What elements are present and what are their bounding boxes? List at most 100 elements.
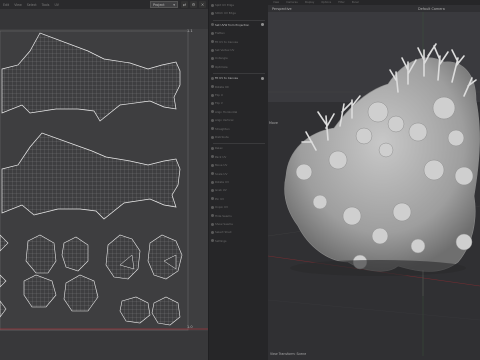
tool-menu-item-label: Set Vertex UV [215,48,235,52]
menu-item-bullet-icon [211,101,214,105]
viewport-footer: View Transform: Scene [268,348,480,360]
menu-divider [213,73,265,75]
menu-item-bullet-icon [211,205,214,209]
tool-menu-item-label: Rotate UV [215,180,230,184]
menu-item-bullet-icon [211,197,214,201]
tool-menu-item[interactable]: Untangle [211,55,265,61]
menu-item-bullet-icon [211,239,214,243]
tool-menu-item[interactable]: Distribute [211,134,265,140]
tool-menu-item-label: Distribute [215,135,229,139]
tool-menu-item[interactable]: Set Vertex UV [211,47,265,53]
projection-dropdown[interactable]: Project ▾ [150,1,178,8]
vp-menu-options[interactable]: Options [321,1,331,4]
tool-menu-item-label: Align Horizontal [215,109,238,114]
tool-menu-item[interactable]: Split UV Edge [211,2,265,8]
uv-menu-uv[interactable]: UV [54,3,59,7]
uv-coord-top-right: 1.1 [187,29,193,33]
menu-divider [213,143,265,145]
uv-layout-svg [0,30,208,331]
tool-menu-item[interactable]: Fit UV to Canvas [211,75,265,81]
uv-menu-edit[interactable]: Edit [3,3,9,7]
tool-menu-item[interactable]: Stitch UV Edge [211,10,265,16]
viewport-camera-label[interactable]: Default Camera [418,7,445,11]
vp-menu-cameras[interactable]: Cameras [286,1,298,4]
tool-menu-item-label: Flip U [215,93,223,97]
tool-menu-item[interactable]: Straighten [211,126,265,132]
vp-menu-panel[interactable]: Panel [352,1,359,4]
tool-menu-item[interactable]: Flip V [211,100,265,106]
tool-menu-item-label: Show Seams [215,222,233,226]
menu-item-bullet-icon [211,65,214,69]
view-transform-label: View Transform: Scene [270,352,307,356]
uv-shell-small-11 [151,296,181,326]
tool-menu-item-label: Pin UV [215,196,225,201]
tool-menu-item[interactable]: Optimize [211,64,265,70]
menu-item-bullet-icon [211,146,214,150]
tool-menu-item-label: Stitch UV Edge [215,11,236,16]
options-dot-icon[interactable] [261,76,264,80]
tool-menu-item[interactable]: Settings [211,238,265,244]
tool-menu-item-label: Set UVW from Projection [215,22,250,27]
tool-menu-item[interactable]: Select Shell [211,229,265,235]
menu-item-bullet-icon [211,222,214,226]
close-icon[interactable]: × [199,1,206,8]
menu-item-bullet-icon [211,48,214,52]
menu-item-bullet-icon [211,76,214,80]
viewport-header: Perspective Default Camera [268,5,480,12]
tool-menu-item-label: Fit UV to Canvas [215,76,238,81]
uv-tool-menu: Split UV Edge Stitch UV Edge Set UVW from … [208,0,268,360]
menu-item-bullet-icon [211,163,214,167]
uv-shell-small-6 [0,274,7,288]
uv-shell-fish-1 [1,32,181,122]
tool-menu-item[interactable]: Align Vertical [211,117,265,123]
uv-canvas[interactable]: 1.1 1.0 [0,29,208,331]
menu-item-bullet-icon [211,180,214,184]
tool-menu-item[interactable]: Grab UV [211,187,265,193]
uv-shell-small-2 [25,234,57,274]
uv-menu-tools[interactable]: Tools [42,3,50,7]
swap-icon[interactable]: ⇄ [181,1,188,8]
viewport-projection-label: Perspective [272,6,292,11]
tool-menu-item-label: Untangle [215,56,228,61]
tool-menu-item[interactable]: Relax [211,145,265,151]
tool-menu-item-label: Optimize [215,64,228,69]
tool-menu-item[interactable]: Unpin UV [211,204,265,210]
menu-item-bullet-icon [211,127,214,131]
vp-menu-view[interactable]: View [273,1,279,4]
tool-menu-item[interactable]: Scale UV [211,171,265,177]
tool-menu-item-label: Align Vertical [215,118,234,123]
uv-shell-small-1 [0,234,9,252]
options-dot-icon[interactable] [261,23,264,27]
vp-menu-filter[interactable]: Filter [338,1,344,4]
tool-menu-item[interactable]: Pin UV [211,196,265,202]
tool-menu-item[interactable]: Flip U [211,92,265,98]
tool-menu-item[interactable]: Show Seams [211,221,265,227]
viewport-3d[interactable]: View Cameras Display Options Filter Pane… [268,0,480,360]
menu-item-bullet-icon [211,3,214,7]
tool-menu-item[interactable]: Move UV [211,162,265,168]
uv-menu-select[interactable]: Select [27,3,37,7]
tool-menu-item[interactable]: Set UVW from Projection [211,22,265,28]
vp-menu-display[interactable]: Display [305,1,315,4]
tool-menu-item[interactable]: Pack UV [211,154,265,160]
tool-menu-item[interactable]: Rotate UV [211,179,265,185]
uv-shell-small-4 [105,234,141,280]
tool-menu-item-label: Unpin UV [215,205,228,210]
uv-menu-view[interactable]: View [14,3,22,7]
uv-editor-panel[interactable]: Edit View Select Tools UV Project ▾ ⇄ ⚙ … [0,0,208,360]
menu-item-bullet-icon [211,214,214,218]
tool-menu-item-label: Pack UV [215,154,227,159]
tool-menu-item[interactable]: Fit UV to Canvas [211,39,265,45]
tool-menu-item-label: Move UV [215,163,228,168]
tool-menu-item-label: Flatten [215,31,225,36]
menu-item-bullet-icon [211,172,214,176]
settings-icon[interactable]: ⚙ [190,1,197,8]
transform-mode-label: Move [269,121,278,125]
tool-menu-item[interactable]: Hide Seams [211,213,265,219]
tool-menu-item-label: Settings [215,238,227,243]
tool-menu-item[interactable]: Rotate 90 [211,84,265,90]
tool-menu-item[interactable]: Align Horizontal [211,109,265,115]
menu-item-bullet-icon [211,56,214,60]
tool-menu-item[interactable]: Flatten [211,30,265,36]
uv-shell-small-3 [61,236,89,272]
